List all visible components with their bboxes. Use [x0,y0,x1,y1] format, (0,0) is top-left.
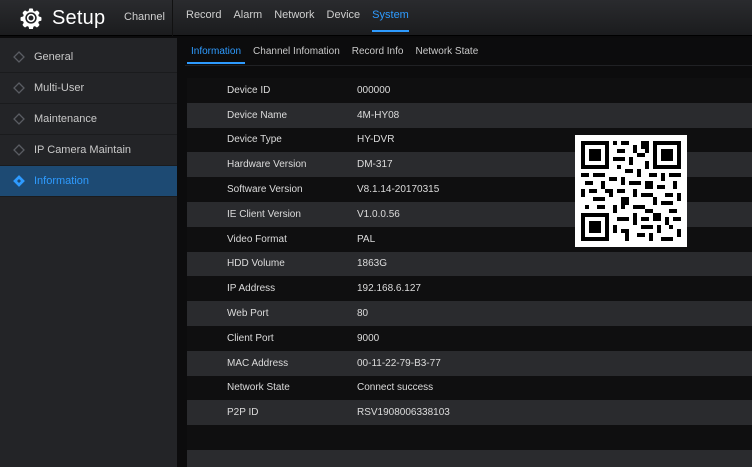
top-bar: Setup Channel Record Alarm Network Devic… [0,0,752,36]
info-label: Software Version [227,184,303,196]
info-row-device-name: Device Name 4M-HY08 [187,102,752,128]
brand: Setup Channel [8,0,174,36]
info-label: HDD Volume [227,258,285,270]
main-panel: Information Channel Infomation Record In… [177,38,752,467]
gear-icon [20,8,42,29]
diamond-icon [13,82,25,94]
info-label: Network State [227,382,290,394]
info-row-empty [187,425,752,450]
info-row-client-port: Client Port 9000 [187,325,752,351]
diamond-icon [13,113,25,125]
info-row-mac-address: MAC Address 00-11-22-79-B3-77 [187,350,752,376]
top-tab-record[interactable]: Record [180,0,227,36]
sidebar-item-information[interactable]: Information [0,166,177,197]
sidebar-item-ip-camera-maintain[interactable]: IP Camera Maintain [0,135,177,166]
sidebar-item-label: Multi-User [34,82,85,94]
info-value: 80 [357,308,369,320]
divider [172,0,173,36]
top-tab-device[interactable]: Device [321,0,367,36]
info-label: Video Format [227,233,287,245]
info-row-network-state: Network State Connect success [187,375,752,401]
sub-tabs: Information Channel Infomation Record In… [185,44,484,64]
info-value: 00-11-22-79-B3-77 [357,357,441,369]
info-value: Connect success [357,382,434,394]
info-value: 1863G [357,258,388,270]
info-value: V1.0.0.56 [357,208,400,220]
tab-record-info[interactable]: Record Info [346,44,410,64]
top-tab-system[interactable]: System [366,0,415,36]
tab-channel-information[interactable]: Channel Infomation [247,44,346,64]
info-value: 4M-HY08 [357,109,400,121]
info-value: 000000 [357,84,391,96]
info-value: 9000 [357,332,380,344]
tab-information[interactable]: Information [185,44,247,64]
sidebar-item-label: IP Camera Maintain [34,144,132,156]
info-value: V8.1.14-20170315 [357,184,440,196]
info-value: 192.168.6.127 [357,283,421,295]
qr-code-icon [581,141,681,241]
sidebar-item-label: General [34,51,74,63]
diamond-icon [13,144,25,156]
info-row-empty [187,449,752,467]
page-title: Setup [52,6,106,29]
info-row-web-port: Web Port 80 [187,301,752,326]
top-tab-network[interactable]: Network [268,0,320,36]
info-row-hdd-volume: HDD Volume 1863G [187,251,752,277]
sidebar-item-label: Maintenance [34,113,97,125]
divider [185,65,752,66]
sidebar-item-label: Information [34,175,90,187]
top-tabs: Record Alarm Network Device System [180,0,415,36]
info-row-p2p-id: P2P ID RSV1908006338103 [187,400,752,426]
info-label: IP Address [227,283,276,295]
sidebar: General Multi-User Maintenance IP Camera… [0,38,177,467]
qr-code [575,135,687,247]
info-value: PAL [357,233,376,245]
info-label: Web Port [227,308,269,320]
info-label: Hardware Version [227,159,307,171]
info-label: Device Name [227,109,288,121]
info-label: Device ID [227,84,271,96]
top-tab-alarm[interactable]: Alarm [227,0,268,36]
info-label: P2P ID [227,407,259,419]
tab-network-state[interactable]: Network State [409,44,484,64]
diamond-icon [13,175,25,187]
sidebar-item-maintenance[interactable]: Maintenance [0,104,177,135]
sidebar-item-general[interactable]: General [0,42,177,73]
info-value: RSV1908006338103 [357,407,450,419]
sidebar-item-multi-user[interactable]: Multi-User [0,73,177,104]
top-tab-channel[interactable]: Channel [124,11,165,23]
info-value: HY-DVR [357,134,395,146]
info-label: MAC Address [227,357,289,369]
info-row-ip-address: IP Address 192.168.6.127 [187,276,752,302]
info-label: IE Client Version [227,208,301,220]
info-label: Client Port [227,332,274,344]
info-value: DM-317 [357,159,393,171]
info-row-device-id: Device ID 000000 [187,78,752,103]
info-label: Device Type [227,134,282,146]
diamond-icon [13,51,25,63]
